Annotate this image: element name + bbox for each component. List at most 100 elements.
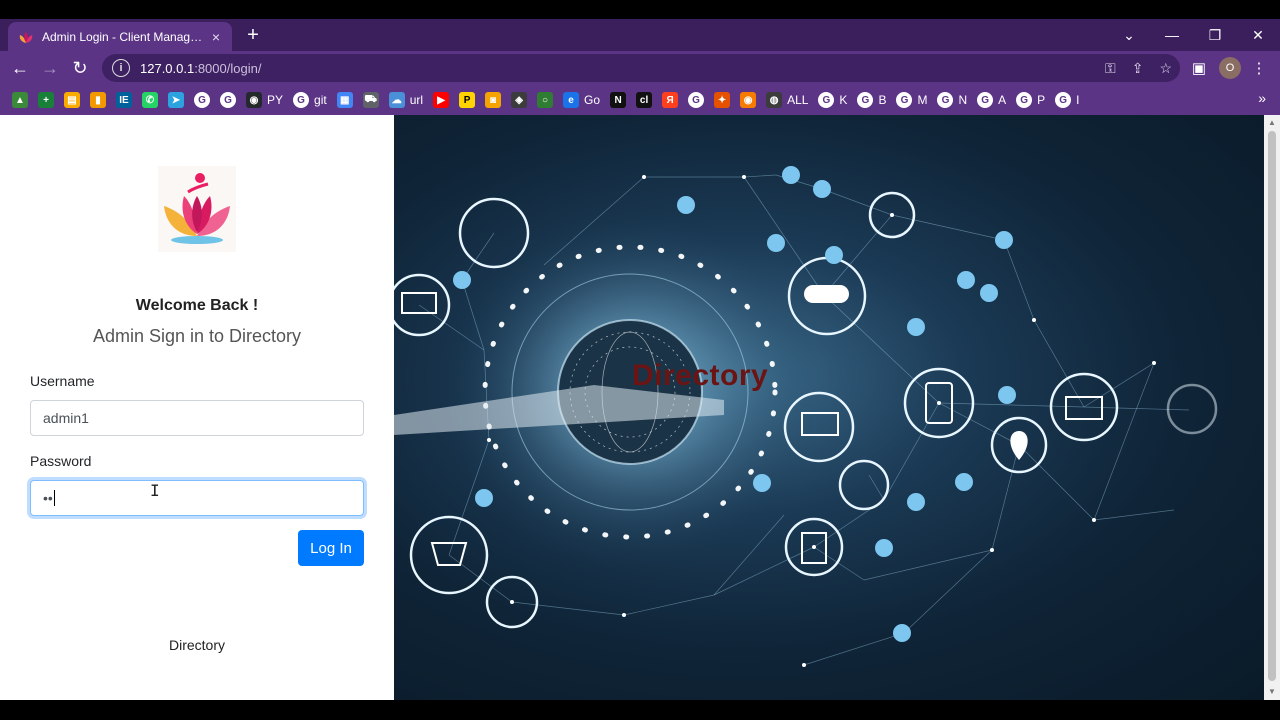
more-bookmarks-icon[interactable]: »: [1258, 90, 1266, 106]
bookmark-label: Go: [584, 93, 601, 107]
bookmark-item[interactable]: ☁ url: [388, 89, 423, 111]
side-panel-icon[interactable]: ▣: [1190, 56, 1208, 80]
bookmark-item[interactable]: GB: [857, 89, 886, 111]
cl-icon: cl: [636, 92, 653, 108]
bookmark-label: P: [1037, 93, 1046, 107]
notion-icon: N: [610, 92, 627, 108]
shield-icon: ◈: [511, 92, 528, 108]
bookmark-item[interactable]: cl: [636, 89, 653, 111]
bookmark-item[interactable]: ◈: [511, 89, 528, 111]
google-icon: G: [1055, 92, 1072, 108]
login-subtitle: Admin Sign in to Directory: [92, 326, 302, 346]
bookmark-label: ALL: [787, 93, 809, 107]
scroll-up-icon[interactable]: ▲: [1268, 118, 1276, 128]
google-icon: G: [220, 92, 236, 108]
google-icon: G: [688, 92, 705, 108]
bookmark-item[interactable]: N: [610, 89, 627, 111]
bookmark-item[interactable]: G: [220, 89, 236, 111]
password-label: Password: [30, 453, 92, 469]
bookmark-item[interactable]: IE: [116, 89, 132, 111]
username-label: Username: [30, 373, 95, 389]
tab-search-icon[interactable]: ⌄: [1107, 19, 1151, 51]
new-tab-button[interactable]: +: [242, 24, 264, 46]
scrollbar-thumb[interactable]: [1268, 131, 1276, 681]
page-scrollbar[interactable]: ▲ ▼: [1264, 115, 1280, 700]
menu-icon[interactable]: ⋮: [1252, 56, 1267, 80]
bookmark-item[interactable]: ▮: [90, 89, 106, 111]
login-button[interactable]: Log In: [298, 530, 364, 566]
site-info-icon[interactable]: i: [112, 59, 130, 77]
back-icon[interactable]: ←: [7, 55, 33, 81]
bookmark-item[interactable]: ◉: [740, 89, 757, 111]
password-input[interactable]: ••: [30, 480, 364, 516]
google-icon: G: [857, 92, 874, 108]
bookmark-item[interactable]: ▲: [12, 89, 28, 111]
google-icon: G: [937, 92, 954, 108]
bookmark-item[interactable]: ✦: [714, 89, 731, 111]
cloud-icon: ☁: [388, 92, 405, 108]
profile-avatar[interactable]: O: [1219, 57, 1241, 79]
bookmark-item[interactable]: ▦: [336, 89, 353, 111]
scroll-down-icon[interactable]: ▼: [1268, 687, 1276, 697]
bookmark-item[interactable]: ◙: [485, 89, 502, 111]
close-tab-icon[interactable]: ×: [208, 29, 224, 45]
bookmark-item[interactable]: GI: [1055, 89, 1080, 111]
google-icon: G: [977, 92, 994, 108]
url-host: 127.0.0.1: [140, 60, 195, 76]
share-icon[interactable]: ⇪: [1132, 60, 1144, 77]
footer-label: Directory: [168, 637, 225, 653]
page-content: Welcome Back ! Admin Sign in to Director…: [0, 115, 1280, 700]
google-icon: G: [194, 92, 210, 108]
bookmark-item[interactable]: ○: [537, 89, 554, 111]
bookmark-item[interactable]: ➤: [168, 89, 184, 111]
bookmark-item[interactable]: GM: [896, 89, 927, 111]
bookmark-item[interactable]: +: [38, 89, 54, 111]
bookmark-item[interactable]: e Go: [563, 89, 600, 111]
bookmark-label: git: [314, 93, 327, 107]
bookmark-item[interactable]: ◉ PY: [246, 89, 283, 111]
close-window-icon[interactable]: ✕: [1236, 19, 1280, 51]
forward-icon[interactable]: →: [37, 55, 63, 81]
browser-chrome: Admin Login - Client Manageme × + ⌄ — ❐ …: [0, 19, 1280, 115]
bookmark-item[interactable]: ⛟: [362, 89, 379, 111]
browser-tab[interactable]: Admin Login - Client Manageme ×: [8, 22, 232, 51]
bookmark-item[interactable]: ✆: [142, 89, 158, 111]
bookmark-item[interactable]: ▤: [64, 89, 80, 111]
bookmark-item[interactable]: Я: [662, 89, 679, 111]
url-path: :8000/login/: [194, 60, 262, 76]
ibeam-cursor-icon: I: [150, 481, 160, 500]
toolbar: ← → ↻ i 127.0.0.1:8000/login/ ⚿ ⇪ ☆ ▣ O …: [0, 51, 1280, 85]
yandex-icon: Я: [662, 92, 679, 108]
bookmark-item[interactable]: ◍ ALL: [766, 89, 808, 111]
bookmark-item[interactable]: P: [459, 89, 476, 111]
restore-icon[interactable]: ❐: [1193, 19, 1237, 51]
bookmark-item[interactable]: GN: [937, 89, 967, 111]
bookmark-item[interactable]: GK: [818, 89, 847, 111]
bookmark-item[interactable]: GP: [1016, 89, 1045, 111]
plus-app-icon: +: [38, 92, 54, 108]
minimize-icon[interactable]: —: [1150, 19, 1194, 51]
car-icon: ⛟: [362, 92, 379, 108]
lotus-logo: [158, 166, 236, 252]
star-icon[interactable]: ☆: [1159, 60, 1172, 77]
bookmark-label: N: [958, 93, 968, 107]
reload-icon[interactable]: ↻: [67, 55, 93, 81]
camera-icon: ◙: [485, 92, 502, 108]
key-icon[interactable]: ⚿: [1105, 60, 1116, 77]
bookmark-item[interactable]: G: [194, 89, 210, 111]
bookmark-item[interactable]: G: [688, 89, 705, 111]
hero-image: Directory: [394, 115, 1264, 700]
google-icon: G: [293, 92, 310, 108]
whatsapp-icon: ✆: [142, 92, 158, 108]
eye-icon: ◉: [740, 92, 757, 108]
username-input[interactable]: admin1: [30, 400, 364, 436]
bookmark-item[interactable]: ▶: [433, 89, 450, 111]
bookmarks-bar: ▲ + ▤ ▮ IE ✆ ➤ G G ◉ PY Ggit ▦ ⛟ ☁ url ▶ P ◙ ◈ ○ e Go Ncl Я G ✦ ◉ ◍ A…: [0, 85, 1280, 115]
tab-title: Admin Login - Client Manageme: [42, 29, 208, 44]
address-bar[interactable]: i 127.0.0.1:8000/login/ ⚿ ⇪ ☆: [102, 54, 1180, 82]
google-icon: G: [818, 92, 835, 108]
password-value: ••: [43, 490, 53, 506]
bookmark-item[interactable]: GA: [977, 89, 1006, 111]
bookmark-item[interactable]: Ggit: [293, 89, 327, 111]
bookmark-label: K: [839, 93, 848, 107]
